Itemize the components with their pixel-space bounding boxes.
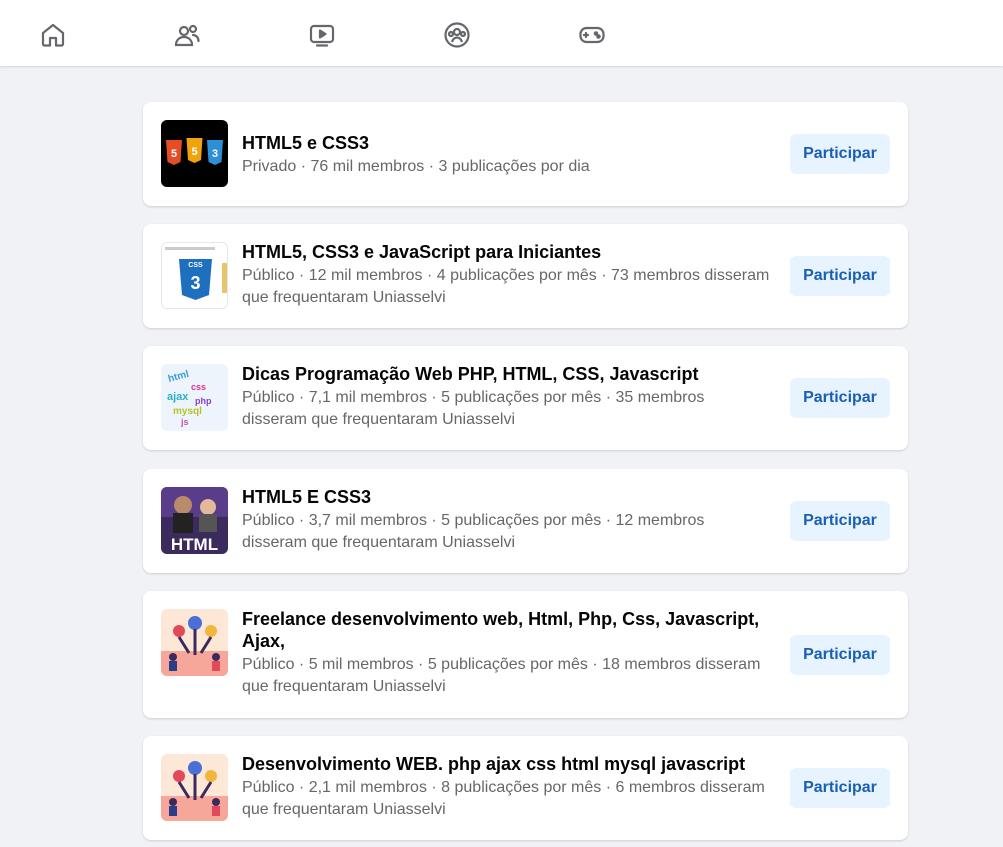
group-name[interactable]: HTML5 E CSS3 — [242, 486, 772, 508]
join-button[interactable]: Participar — [790, 501, 890, 541]
group-thumbnail[interactable]: 5 5 3 — [161, 120, 228, 187]
team-illustration-icon — [161, 754, 228, 821]
group-card[interactable]: HTML HTML5 E CSS3 Público · 3,7 mil memb… — [143, 469, 908, 573]
join-button[interactable]: Participar — [790, 768, 890, 808]
group-card[interactable]: 5 5 3 HTML5 e CSS3 Privado · 76 mil memb… — [143, 102, 908, 206]
group-thumbnail[interactable] — [161, 609, 228, 676]
group-meta: Público · 7,1 mil membros · 5 publicaçõe… — [242, 389, 705, 428]
group-name[interactable]: HTML5, CSS3 e JavaScript para Iniciantes — [242, 241, 772, 263]
group-name[interactable]: Desenvolvimento WEB. php ajax css html m… — [242, 753, 772, 775]
group-card[interactable]: CSS 3 HTML5, CSS3 e JavaScript para Inic… — [143, 224, 908, 328]
svg-text:5: 5 — [171, 148, 177, 160]
group-card[interactable]: html css ajax php mysql js Dicas Program… — [143, 346, 908, 450]
svg-text:mysql: mysql — [173, 406, 202, 417]
group-meta: Privado · 76 mil membros · 3 publicações… — [242, 158, 590, 175]
html-css-js-logos-icon: 5 5 3 — [161, 120, 228, 187]
friends-icon — [174, 24, 200, 47]
nav-home-button[interactable] — [35, 17, 71, 53]
join-button[interactable]: Participar — [790, 134, 890, 174]
group-name[interactable]: HTML5 e CSS3 — [242, 132, 772, 154]
svg-text:5: 5 — [191, 146, 197, 158]
svg-text:3: 3 — [212, 148, 218, 160]
group-thumbnail[interactable]: html css ajax php mysql js — [161, 364, 228, 431]
top-nav-bar — [0, 0, 1003, 66]
group-meta: Público · 12 mil membros · 4 publicações… — [242, 267, 770, 306]
home-icon — [41, 23, 65, 47]
group-thumbnail[interactable]: CSS 3 — [161, 242, 228, 309]
svg-text:CSS: CSS — [188, 262, 203, 269]
svg-text:HTML: HTML — [171, 535, 218, 554]
join-button[interactable]: Participar — [790, 256, 890, 296]
join-button[interactable]: Participar — [790, 635, 890, 675]
svg-text:js: js — [180, 417, 189, 427]
css3-shield-icon: CSS 3 — [162, 243, 227, 308]
gaming-icon — [579, 26, 605, 44]
svg-text:php: php — [195, 396, 212, 406]
svg-text:3: 3 — [190, 273, 200, 293]
group-name[interactable]: Dicas Programação Web PHP, HTML, CSS, Ja… — [242, 363, 772, 385]
group-thumbnail[interactable]: HTML — [161, 487, 228, 554]
join-button[interactable]: Participar — [790, 378, 890, 418]
video-icon — [309, 24, 335, 47]
group-card[interactable]: Freelance desenvolvimento web, Html, Php… — [143, 591, 908, 718]
group-meta: Público · 5 mil membros · 5 publicações … — [242, 656, 761, 695]
svg-text:css: css — [191, 382, 206, 392]
word-cloud-icon: html css ajax php mysql js — [161, 364, 228, 431]
team-illustration-icon — [161, 609, 228, 676]
nav-gaming-button[interactable] — [574, 17, 610, 53]
group-name[interactable]: Freelance desenvolvimento web, Html, Php… — [242, 608, 772, 652]
group-thumbnail[interactable] — [161, 754, 228, 821]
group-meta: Público · 2,1 mil membros · 8 publicaçõe… — [242, 779, 765, 818]
group-meta: Público · 3,7 mil membros · 5 publicaçõe… — [242, 512, 705, 551]
svg-text:ajax: ajax — [167, 391, 189, 403]
group-card[interactable]: Desenvolvimento WEB. php ajax css html m… — [143, 736, 908, 840]
groups-icon — [444, 22, 470, 48]
html-people-photo-icon: HTML — [161, 487, 228, 554]
nav-video-button[interactable] — [304, 17, 340, 53]
nav-friends-button[interactable] — [169, 17, 205, 53]
nav-groups-button[interactable] — [439, 17, 475, 53]
